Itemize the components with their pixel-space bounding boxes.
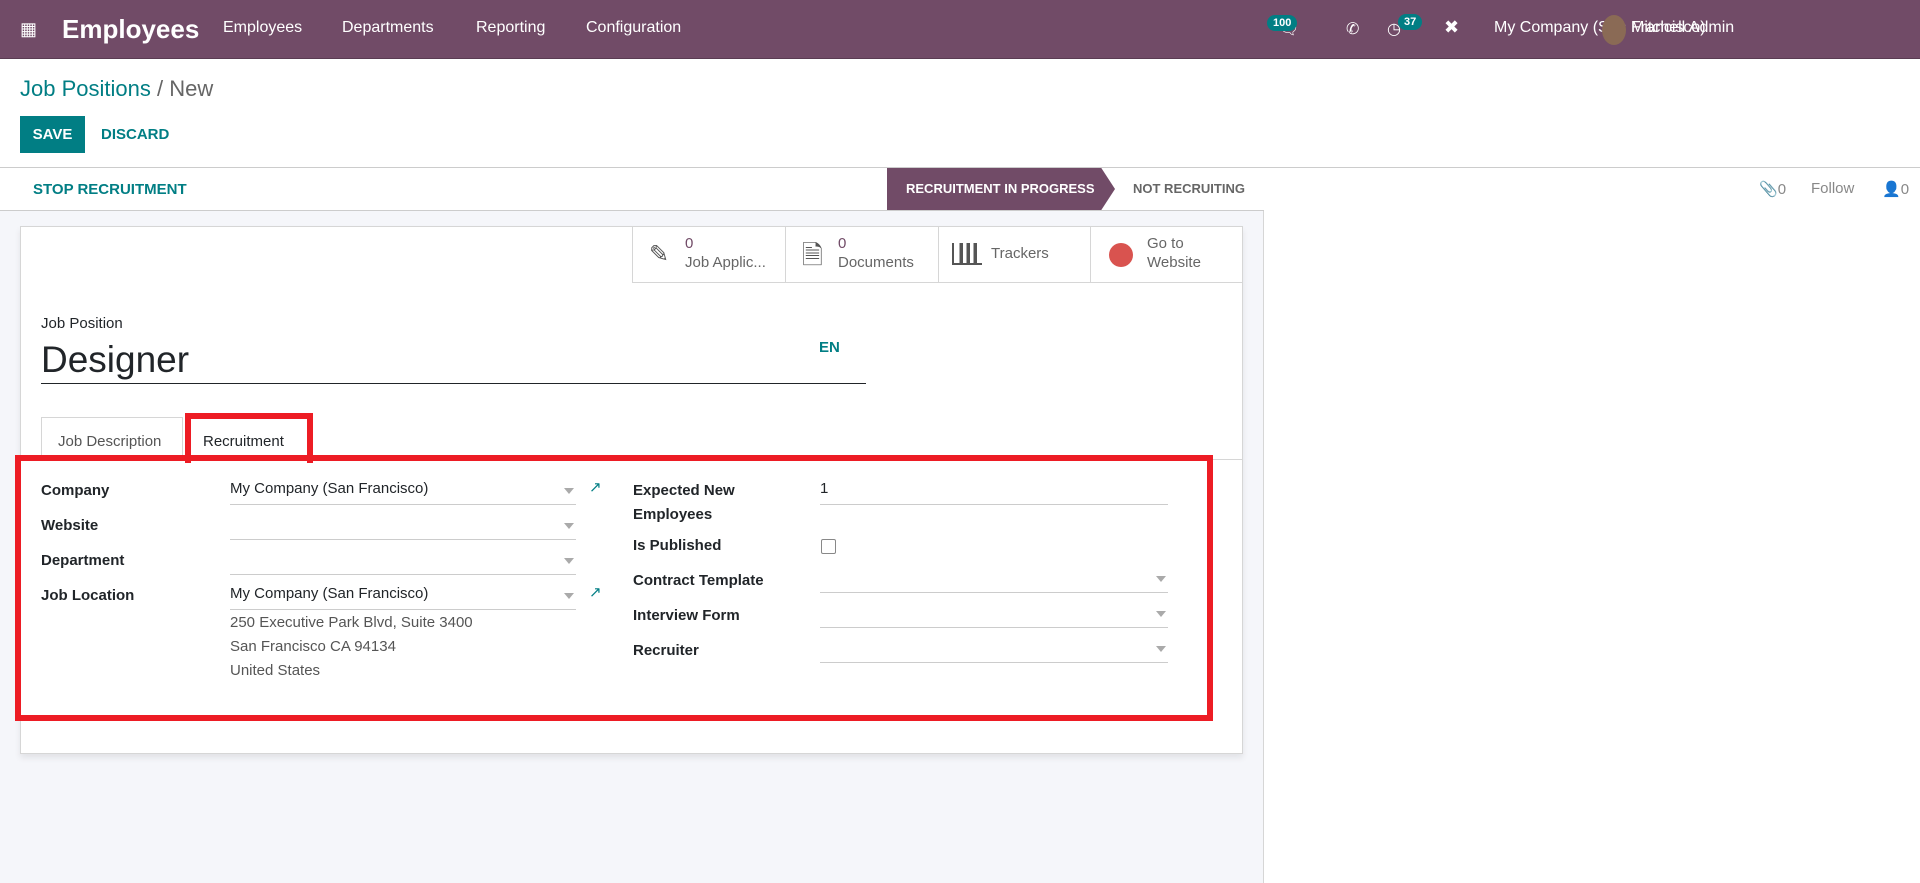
menu-reporting[interactable]: Reporting [476,19,545,37]
contract-template-label: Contract Template [633,572,764,589]
tab-label: Job Description [58,433,162,450]
chevron-down-icon[interactable] [564,523,574,529]
department-field[interactable] [230,550,576,575]
tab-job-description[interactable]: Job Description [41,417,183,460]
value: My Company (San Francisco) [230,585,429,602]
language-button[interactable]: EN [819,339,840,356]
followers-count: 0 [1900,181,1910,198]
job-applications-button[interactable]: ✎ 0 Job Applic... [632,227,785,283]
top-navbar: ▦ Employees Employees Departments Report… [0,0,1920,59]
form-area: STOP RECRUITMENT RECRUITMENT IN PROGRESS… [0,168,1264,883]
department-label: Department [41,552,125,569]
company-field[interactable]: My Company (San Francisco) [230,480,576,505]
save-button[interactable]: SAVE [20,116,85,153]
statusbar: STOP RECRUITMENT RECRUITMENT IN PROGRESS… [0,168,1264,211]
expected-employees-label: Expected New [633,482,735,499]
control-panel: Job Positions / New SAVE DISCARD [0,59,1920,168]
followers-button[interactable]: 👤0 [1882,180,1909,198]
recruiter-label: Recruiter [633,642,699,659]
globe-icon [1109,243,1133,267]
is-published-checkbox[interactable] [821,539,836,554]
menu-employees[interactable]: Employees [223,19,302,37]
breadcrumb-separator: / [150,76,170,101]
job-location-field[interactable]: My Company (San Francisco) [230,585,576,610]
stage-recruitment-in-progress[interactable]: RECRUITMENT IN PROGRESS [887,168,1115,210]
recruiter-field[interactable] [820,638,1168,663]
activities-badge: 37 [1398,14,1423,30]
pencil-icon: ✎ [649,241,670,268]
apps-menu-icon[interactable]: ▦ [20,19,37,40]
address-line: 250 Executive Park Blvd, Suite 3400 [230,614,473,631]
app-title[interactable]: Employees [62,14,199,45]
chevron-down-icon[interactable] [1156,611,1166,617]
menu-configuration[interactable]: Configuration [586,19,681,37]
job-position-input[interactable]: Designer [41,339,866,384]
chatter-panel: 📎0 Follow 👤0 [1265,168,1920,883]
website-label: Website [41,517,99,534]
attachment-button[interactable]: 📎0 [1759,180,1786,198]
interview-form-field[interactable] [820,603,1168,628]
chevron-down-icon[interactable] [564,593,574,599]
label: Trackers [991,245,1049,262]
count: 0 [838,235,847,252]
go-to-website-button[interactable]: Go to Website [1090,227,1243,283]
contract-template-field[interactable] [820,568,1168,593]
menu-departments[interactable]: Departments [342,19,434,37]
follow-button[interactable]: Follow [1811,180,1854,197]
interview-form-label: Interview Form [633,607,740,624]
value: 1 [820,480,829,497]
stop-recruitment-button[interactable]: STOP RECRUITMENT [33,181,187,198]
is-published-label: Is Published [633,537,722,554]
value: My Company (San Francisco) [230,480,429,497]
discard-button[interactable]: DISCARD [95,116,175,153]
label: Website [1147,254,1201,271]
chevron-down-icon[interactable] [564,488,574,494]
address-line: San Francisco CA 94134 [230,638,396,655]
external-link-icon[interactable]: ↗ [589,478,602,496]
trackers-button[interactable]: Trackers [938,227,1090,283]
attachment-count: 0 [1777,181,1787,198]
phone-icon[interactable]: ✆ [1346,19,1359,39]
stage-label: RECRUITMENT IN PROGRESS [906,181,1095,196]
chevron-down-icon[interactable] [564,558,574,564]
address-line: United States [230,662,321,679]
external-link-icon[interactable]: ↗ [589,583,602,601]
user-menu[interactable]: Mitchell Admin [1631,19,1734,37]
expected-employees-input[interactable]: 1 [820,480,1168,505]
documents-button[interactable]: 🗎 0 Documents [785,227,938,283]
job-location-label: Job Location [41,587,135,604]
chevron-down-icon[interactable] [1156,576,1166,582]
breadcrumb-current: New [169,76,214,101]
expected-employees-label-2: Employees [633,506,713,523]
messages-badge: 100 [1267,15,1298,31]
chevron-down-icon[interactable] [1156,646,1166,652]
tab-label: Recruitment [203,433,284,450]
form-sheet: ✎ 0 Job Applic... 🗎 0 Documents Trackers… [15,226,1243,754]
breadcrumb-parent[interactable]: Job Positions [20,76,151,101]
label: Documents [838,254,914,271]
company-label: Company [41,482,110,499]
breadcrumb: Job Positions / New [20,76,213,102]
stage-not-recruiting[interactable]: NOT RECRUITING [1133,181,1245,196]
job-position-label: Job Position [41,315,123,332]
label: Go to [1147,235,1184,252]
bar-chart-icon [952,243,982,265]
label: Job Applic... [685,254,766,271]
debug-tools-icon[interactable]: ✖ [1444,17,1459,38]
avatar[interactable] [1602,15,1626,45]
website-field[interactable] [230,515,576,540]
count: 0 [685,235,694,252]
document-icon: 🗎 [802,240,823,270]
